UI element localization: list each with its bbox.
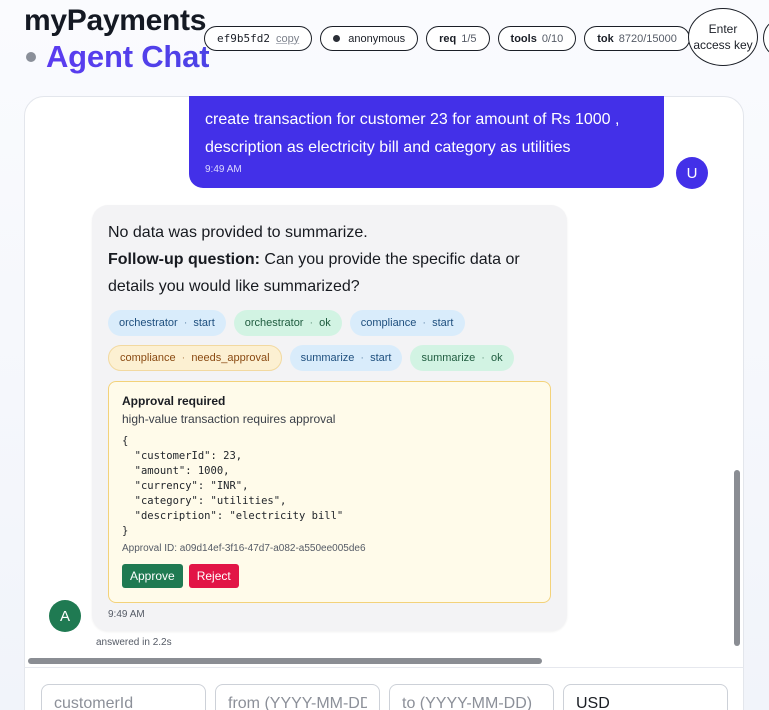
- currency-input[interactable]: [563, 684, 728, 710]
- session-id-pill: ef9b5fd2 copy: [204, 26, 313, 51]
- page-title: Agent Chat: [46, 39, 210, 74]
- user-status-dot-icon: [333, 35, 341, 42]
- user-avatar: U: [676, 157, 708, 189]
- status-dot-icon: [26, 52, 36, 62]
- agent-avatar: A: [49, 600, 81, 632]
- user-pill: anonymous: [320, 26, 419, 51]
- event-status: start: [432, 317, 454, 329]
- approval-reason: high-value transaction requires approval: [122, 412, 336, 426]
- event-chip: orchestrator · ok: [233, 310, 342, 336]
- event-agent: summarize: [300, 352, 355, 364]
- event-chip: orchestrator · start: [108, 310, 226, 336]
- request-quota-pill: req 1/5: [426, 26, 490, 51]
- enter-access-key-button[interactable]: Enter access key: [688, 8, 758, 66]
- user-message-text: create transaction for customer 23 for a…: [205, 111, 620, 156]
- overflow-header-button[interactable]: [763, 20, 769, 56]
- tools-quota-value: 0/10: [541, 32, 564, 45]
- approval-payload: { "customerId": 23, "amount": 1000, "cur…: [122, 435, 344, 537]
- token-quota-key: tok: [597, 32, 614, 45]
- reject-button[interactable]: Reject: [188, 564, 239, 588]
- copy-session-button[interactable]: copy: [276, 33, 299, 45]
- request-quota-value: 1/5: [461, 32, 477, 45]
- approve-button[interactable]: Approve: [122, 564, 183, 588]
- agent-followup: Follow-up question: Can you provide the …: [108, 246, 551, 300]
- event-status: ok: [319, 317, 331, 329]
- tools-quota-key: tools: [510, 32, 537, 45]
- user-message-time: 9:49 AM: [205, 164, 242, 175]
- user-message-bubble: create transaction for customer 23 for a…: [189, 96, 664, 188]
- brand: myPayments Agent Chat: [24, 4, 210, 74]
- request-quota-key: req: [439, 32, 457, 45]
- event-agent: orchestrator: [244, 317, 304, 329]
- event-status: ok: [490, 352, 503, 364]
- composer-divider: [24, 667, 744, 668]
- event-chip: summarize · ok: [410, 345, 514, 371]
- token-quota-pill: tok 8720/15000: [584, 26, 690, 51]
- chat-vertical-scrollbar[interactable]: [734, 470, 740, 646]
- approval-title: Approval required: [122, 394, 226, 408]
- agent-message-time: 9:49 AM: [108, 609, 145, 620]
- event-status: start: [193, 317, 215, 329]
- session-pills: ef9b5fd2 copy anonymous req 1/5 tools 0/…: [204, 26, 698, 51]
- user-label: anonymous: [348, 32, 406, 45]
- event-agent: compliance: [120, 352, 176, 364]
- from-date-input[interactable]: [215, 684, 380, 710]
- page-title-row: Agent Chat: [24, 39, 210, 74]
- tools-quota-pill: tools 0/10: [497, 26, 577, 51]
- chat-horizontal-scrollbar[interactable]: [28, 658, 542, 664]
- event-agent: summarize: [421, 352, 476, 364]
- event-status: needs_approval: [191, 352, 270, 364]
- event-status: start: [370, 352, 392, 364]
- agent-message-line: No data was provided to summarize.: [108, 224, 368, 241]
- approval-actions: Approve Reject: [122, 564, 537, 588]
- event-agent: orchestrator: [119, 317, 178, 329]
- response-latency: answered in 2.2s: [96, 637, 172, 648]
- app-title: myPayments: [24, 4, 207, 37]
- event-chip: compliance · start: [349, 310, 465, 336]
- event-agent: compliance: [360, 317, 417, 329]
- approval-id: Approval ID: a09d14ef-3f16-47d7-a082-a55…: [122, 543, 366, 554]
- to-date-input[interactable]: [389, 684, 554, 710]
- agent-message-bubble: No data was provided to summarize. Follo…: [92, 205, 567, 631]
- session-id: ef9b5fd2: [217, 32, 270, 45]
- composer-filters: [41, 684, 737, 710]
- agent-event-list: orchestrator · start orchestrator · ok compl…: [108, 310, 558, 380]
- customer-id-input[interactable]: [41, 684, 206, 710]
- followup-label: Follow-up question:: [108, 251, 260, 268]
- approval-card: Approval required high-value transaction…: [108, 381, 551, 603]
- event-chip: compliance · needs_approval: [108, 345, 282, 371]
- token-quota-value: 8720/15000: [618, 32, 677, 45]
- event-chip: summarize · start: [289, 345, 403, 371]
